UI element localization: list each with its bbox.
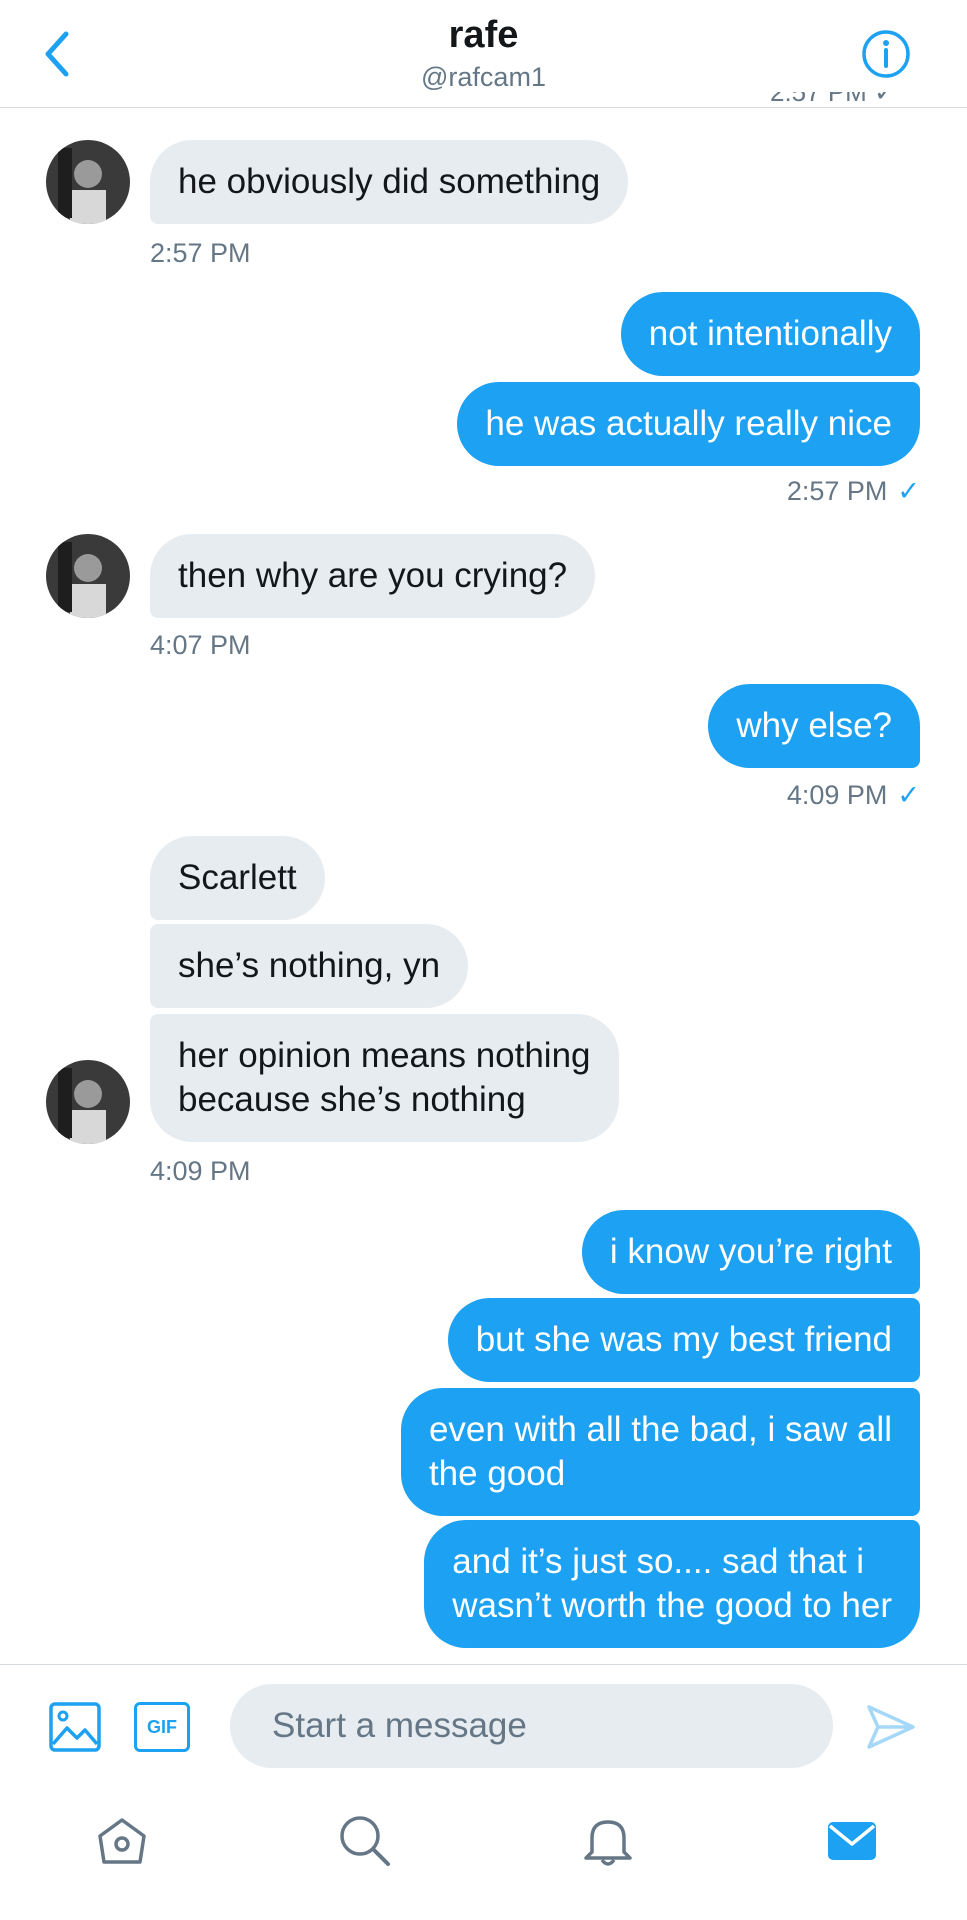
avatar[interactable] [46,140,130,224]
message-timestamp: 4:07 PM [150,630,251,660]
avatar-photo [46,534,130,618]
avatar[interactable] [46,534,130,618]
message-timestamp: 2:57 PM [150,238,251,268]
scrolled-timestamp: 2:57 PM ✓ [770,92,896,107]
avatar[interactable] [46,1060,130,1144]
outgoing-message[interactable]: but she was my best friend [447,1298,920,1382]
home-icon[interactable] [94,1812,150,1868]
image-icon[interactable] [49,1702,101,1752]
avatar-photo [46,1060,130,1144]
avatar-photo [46,140,130,224]
read-check-icon: ✓ [897,780,920,810]
message-timestamp: 4:09 PM ✓ [786,780,920,810]
message-timestamp: 4:09 PM [150,1156,251,1186]
gif-icon[interactable]: GIF [134,1702,190,1752]
message-input[interactable]: Start a message [230,1684,833,1768]
outgoing-message[interactable]: not intentionally [620,292,920,376]
incoming-message[interactable]: then why are you crying? [150,534,596,618]
contact-handle: @rafcam1 [421,62,546,92]
outgoing-message[interactable]: why else? [708,684,920,768]
info-icon[interactable] [860,28,912,80]
outgoing-message[interactable]: even with all the bad, i saw all the goo… [400,1388,920,1516]
incoming-message[interactable]: she’s nothing, yn [150,924,469,1008]
send-icon[interactable] [866,1704,916,1750]
outgoing-message[interactable]: and it’s just so.... sad that i wasn’t w… [424,1520,920,1648]
outgoing-message[interactable]: he was actually really nice [457,382,920,466]
contact-name[interactable]: rafe [0,14,967,57]
bell-icon[interactable] [580,1812,636,1868]
incoming-message[interactable]: her opinion means nothing because she’s … [150,1014,619,1142]
message-timestamp: 2:57 PM ✓ [786,476,920,506]
incoming-message[interactable]: he obviously did something [150,140,629,224]
read-check-icon: ✓ [897,476,920,506]
outgoing-message[interactable]: i know you’re right [581,1210,920,1294]
search-icon[interactable] [336,1812,392,1868]
mail-icon[interactable] [824,1812,880,1868]
incoming-message[interactable]: Scarlett [150,836,325,920]
